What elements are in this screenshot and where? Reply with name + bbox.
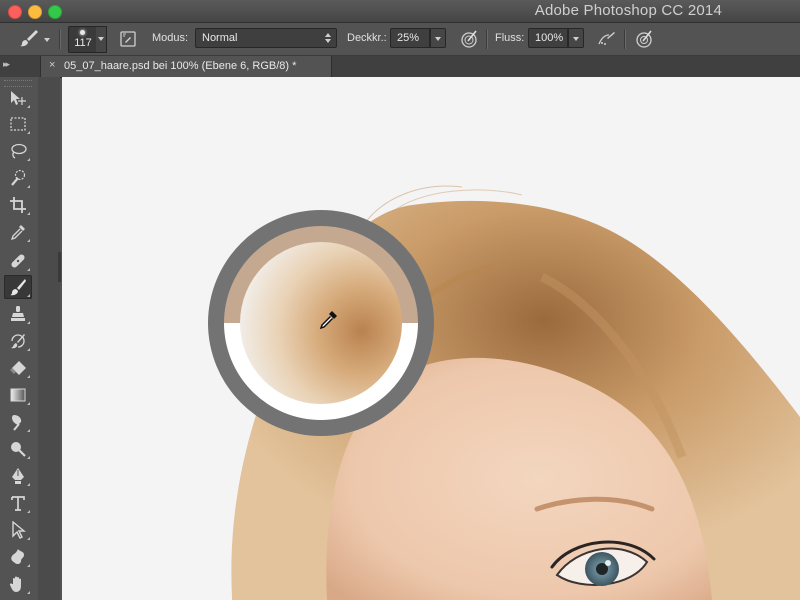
panel-gutter (38, 77, 60, 600)
smudge-tool[interactable] (4, 410, 32, 434)
app-title: Adobe Photoshop CC 2014 (534, 2, 722, 19)
arrow-icon (12, 521, 26, 539)
chevron-down-icon (435, 37, 441, 41)
title-bar: Adobe Photoshop CC 2014 (0, 0, 800, 23)
brush-panel-toggle[interactable] (118, 29, 138, 49)
tablet-pressure-size-icon (636, 30, 652, 48)
dodge-icon (11, 442, 26, 457)
collapse-panel-icon[interactable]: ▸▸ (3, 59, 10, 70)
smudge-icon (12, 415, 22, 431)
separator (624, 29, 625, 49)
airbrush-icon (598, 32, 615, 45)
history-brush-tool[interactable] (4, 329, 32, 353)
document-canvas[interactable] (62, 77, 800, 600)
close-window-button[interactable] (8, 5, 22, 19)
eyedropper-tool[interactable] (4, 220, 32, 244)
dodge-tool[interactable] (4, 437, 32, 461)
shape-icon (11, 549, 24, 565)
document-tab[interactable]: × 05_07_haare.psd bei 100% (Ebene 6, RGB… (40, 56, 332, 77)
document-tab-label: 05_07_haare.psd bei 100% (Ebene 6, RGB/8… (64, 60, 297, 72)
mode-label: Modus: (152, 32, 189, 44)
bandage-icon (11, 254, 25, 268)
pressure-size-button[interactable] (634, 29, 654, 49)
healing-brush-tool[interactable] (4, 249, 32, 273)
brush-tool[interactable] (4, 275, 32, 299)
zoom-window-button[interactable] (48, 5, 62, 19)
pressure-opacity-button[interactable] (459, 29, 479, 49)
gradient-tool[interactable] (4, 383, 32, 407)
blend-mode-select[interactable]: Normal (195, 28, 337, 48)
brush-icon (10, 279, 26, 296)
marquee-icon (10, 117, 26, 131)
hand-icon (9, 576, 21, 592)
marquee-tool[interactable] (4, 112, 32, 136)
separator (59, 29, 60, 49)
blend-mode-value: Normal (202, 32, 238, 44)
options-bar: 117 Modus: Normal Deckkr.: 25% Fluss: 10… (0, 23, 800, 56)
custom-shape-tool[interactable] (4, 545, 32, 569)
opacity-label: Deckkr.: (347, 32, 387, 44)
minimize-window-button[interactable] (28, 5, 42, 19)
opacity-value: 25% (397, 32, 420, 44)
close-tab-icon[interactable]: × (49, 59, 55, 71)
quick-selection-tool[interactable] (4, 166, 32, 190)
eraser-tool[interactable] (4, 356, 32, 380)
chevron-down-icon (98, 37, 104, 41)
panel-collapse-handle[interactable] (58, 252, 61, 282)
chevron-down-icon (44, 38, 50, 42)
flow-input[interactable]: 100% (528, 28, 568, 48)
pen-tool[interactable] (4, 464, 32, 488)
separator (486, 29, 487, 49)
eraser-icon (10, 361, 26, 375)
flow-slider-dropdown[interactable] (568, 28, 584, 48)
opacity-input[interactable]: 25% (390, 28, 430, 48)
opacity-slider-dropdown[interactable] (430, 28, 446, 48)
quick-selection-icon (11, 169, 26, 186)
move-icon (11, 91, 26, 105)
crop-tool[interactable] (4, 193, 32, 217)
lasso-icon (11, 143, 27, 159)
chevron-down-icon (573, 37, 579, 41)
flow-label: Fluss: (495, 32, 525, 44)
updown-arrows-icon (325, 33, 331, 44)
brush-preset-picker[interactable]: 117 (68, 26, 98, 53)
brush-tip-icon (80, 30, 85, 35)
stamp-icon (11, 306, 25, 321)
flow-value: 100% (535, 32, 564, 44)
history-brush-icon (11, 334, 25, 349)
gradient-icon (10, 388, 26, 402)
brush-panel-icon (120, 31, 136, 47)
eyedropper-cursor-icon (319, 311, 337, 330)
tool-preset-picker[interactable] (18, 28, 50, 50)
eyedropper-icon (10, 225, 25, 241)
brush-preset-dropdown[interactable] (96, 26, 107, 53)
crop-icon (10, 197, 26, 213)
brush-size-value: 117 (74, 37, 92, 49)
document-tab-bar: ▸▸ × 05_07_haare.psd bei 100% (Ebene 6, … (0, 56, 800, 78)
lasso-tool[interactable] (4, 139, 32, 163)
tools-panel (0, 77, 39, 600)
type-tool[interactable] (4, 491, 32, 515)
path-selection-tool[interactable] (4, 518, 32, 542)
airbrush-button[interactable] (596, 29, 616, 49)
pen-icon (12, 468, 24, 484)
clone-stamp-tool[interactable] (4, 302, 32, 326)
brush-icon (20, 30, 38, 47)
type-icon (11, 496, 25, 511)
move-tool[interactable] (4, 86, 32, 110)
tablet-pressure-icon (461, 30, 477, 48)
hand-tool[interactable] (4, 572, 32, 596)
